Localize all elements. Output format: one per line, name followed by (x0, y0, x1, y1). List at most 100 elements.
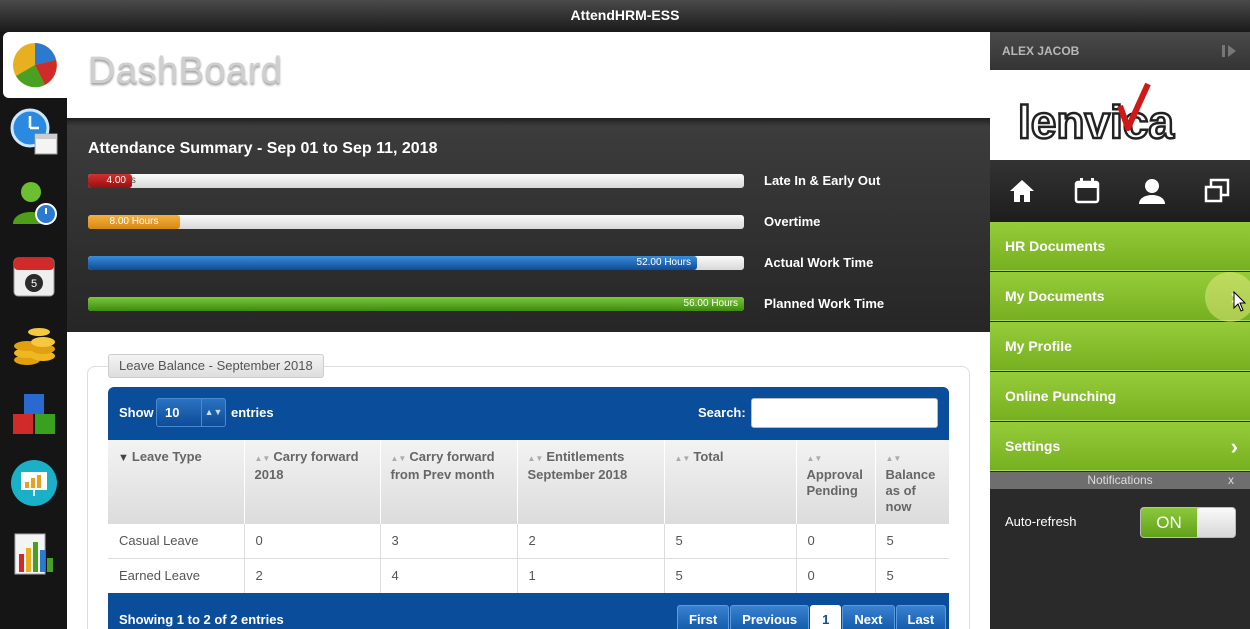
rail-item-presentation[interactable] (0, 450, 67, 516)
rail-item-payroll[interactable] (0, 312, 67, 378)
table-cell: 1 (517, 557, 665, 593)
leave-balance-legend: Leave Balance - September 2018 (108, 354, 324, 378)
table-cell: 0 (796, 522, 876, 558)
column-header-approval-pending[interactable]: ▲▼ Approval Pending (796, 440, 876, 523)
progress-fill: 52.00 Hours (88, 256, 697, 270)
svg-text:5: 5 (30, 278, 36, 290)
bar-label: Overtime (764, 214, 821, 229)
progress-track: 52.00 Hours (88, 256, 744, 270)
column-header-leave-type[interactable]: ▼ Leave Type (108, 440, 245, 523)
collapse-panel-icon[interactable] (1220, 42, 1238, 60)
coins-icon (13, 328, 55, 365)
progress-fill: 4.00 (88, 174, 132, 188)
auto-refresh-toggle[interactable]: ON (1140, 507, 1236, 538)
column-header-total[interactable]: ▲▼ Total (664, 440, 797, 523)
nav-label: Settings (1005, 438, 1061, 454)
progress-track: urs 4.00 (88, 174, 744, 188)
rail-item-employee[interactable] (0, 170, 67, 236)
column-header-carry-forward[interactable]: ▲▼ Carry forward 2018 (244, 440, 381, 523)
table-cell: 5 (664, 522, 797, 558)
column-header-balance[interactable]: ▲▼ Balance as of now (875, 440, 949, 523)
sort-icon: ▲▼ (674, 454, 691, 463)
table-cell: 5 (875, 522, 949, 558)
table-cell: 5 (875, 557, 949, 593)
bar-label: Actual Work Time (764, 255, 874, 270)
progress-track: 8.00 Hours (88, 215, 744, 229)
table-footer: Showing 1 to 2 of 2 entries First Previo… (108, 594, 949, 629)
nav-my-documents[interactable]: My Documents › (990, 272, 1250, 322)
table-info: Showing 1 to 2 of 2 entries (119, 612, 284, 627)
company-logo: lenvica (990, 70, 1250, 160)
rail-item-dashboard[interactable] (3, 32, 67, 98)
presentation-icon (10, 460, 57, 506)
toggle-state: ON (1141, 508, 1197, 537)
pager-last-button[interactable]: Last (895, 605, 947, 629)
lenvica-logo-icon: lenvica (1017, 82, 1176, 149)
pager-page-1-button[interactable]: 1 (810, 605, 842, 629)
nav-label: My Profile (1005, 338, 1072, 354)
table-cell: 3 (380, 522, 518, 558)
table-row: Earned Leave 2 4 1 5 0 5 (108, 557, 949, 593)
toggle-knob[interactable] (1197, 508, 1235, 537)
table-cell: 5 (664, 557, 797, 593)
table-row: Casual Leave 0 3 2 5 0 5 (108, 522, 949, 558)
progress-fill: 8.00 Hours (88, 215, 180, 229)
sort-icon: ▲▼ (806, 454, 823, 463)
column-header-entitlements[interactable]: ▲▼ Entitlements September 2018 (517, 440, 665, 523)
page-size-value: 10 (165, 405, 180, 420)
attendance-summary-panel: Attendance Summary - Sep 01 to Sep 11, 2… (67, 118, 990, 332)
user-icon[interactable] (1137, 176, 1167, 206)
rail-item-attendance[interactable] (0, 98, 67, 164)
bar-label: Late In & Early Out (764, 173, 881, 188)
sort-icon: ▲▼ (885, 454, 902, 463)
page-title: DashBoard (88, 50, 283, 92)
notifications-bar: Notifications x (990, 472, 1250, 489)
nav-settings[interactable]: Settings › (990, 422, 1250, 471)
nav-my-profile[interactable]: My Profile (990, 322, 1250, 371)
bar-label: Planned Work Time (764, 296, 885, 311)
windows-icon[interactable] (1202, 176, 1232, 206)
progress-fill: 56.00 Hours (88, 297, 744, 311)
page-size-select[interactable]: 10 ▲▼ (156, 398, 226, 427)
cubes-icon (12, 394, 55, 434)
leave-balance-table-wrapper: Show 10 ▲▼ entries Search: ▼ Leave Type ▲… (108, 387, 949, 629)
sort-updown-icon: ▲▼ (201, 399, 225, 426)
pager-next-button[interactable]: Next (842, 605, 895, 629)
user-row: ALEX JACOB (990, 32, 1250, 70)
table-cell: 0 (796, 557, 876, 593)
pager-first-button[interactable]: First (677, 605, 730, 629)
rail-item-reports[interactable] (0, 520, 67, 586)
rail-item-calendar[interactable]: 5 (0, 242, 67, 308)
table-cell: Earned Leave (108, 557, 245, 593)
close-icon[interactable]: x (1228, 472, 1234, 489)
reports-chart-icon (14, 533, 53, 575)
nav-label: Online Punching (1005, 388, 1117, 404)
bar-actual-work-time: 52.00 Hours Actual Work Time (88, 254, 948, 272)
table-toolbar: Show 10 ▲▼ entries Search: (108, 387, 949, 440)
table-cell: 4 (380, 557, 518, 593)
attendance-clock-icon (10, 108, 57, 155)
entries-label: entries (231, 405, 274, 420)
summary-title: Attendance Summary - Sep 01 to Sep 11, 2… (88, 140, 438, 157)
table-cell: 0 (244, 522, 381, 558)
sort-icon: ▲▼ (390, 454, 407, 463)
bar-planned-work-time: 56.00 Hours Planned Work Time (88, 295, 948, 313)
nav-online-punching[interactable]: Online Punching (990, 372, 1250, 421)
calendar-icon[interactable] (1072, 176, 1102, 206)
pagination: First Previous 1 Next Last (677, 605, 947, 629)
home-icon[interactable] (1007, 176, 1037, 206)
bar-late-in-early-out: urs 4.00 Late In & Early Out (88, 172, 948, 190)
rail-item-modules[interactable] (0, 382, 67, 448)
nav-hr-documents[interactable]: HR Documents (990, 222, 1250, 271)
user-name: ALEX JACOB (1002, 44, 1080, 58)
bar-overtime: 8.00 Hours Overtime (88, 213, 948, 231)
window-title: AttendHRM-ESS (0, 0, 1250, 32)
show-label: Show (119, 405, 154, 420)
notifications-label: Notifications (1087, 473, 1153, 487)
quick-links (990, 160, 1250, 222)
nav-label: HR Documents (1005, 238, 1106, 254)
column-header-carry-forward-prev[interactable]: ▲▼ Carry forward from Prev month (380, 440, 518, 523)
progress-track: 56.00 Hours (88, 297, 744, 311)
search-input[interactable] (751, 398, 938, 428)
pager-previous-button[interactable]: Previous (730, 605, 810, 629)
